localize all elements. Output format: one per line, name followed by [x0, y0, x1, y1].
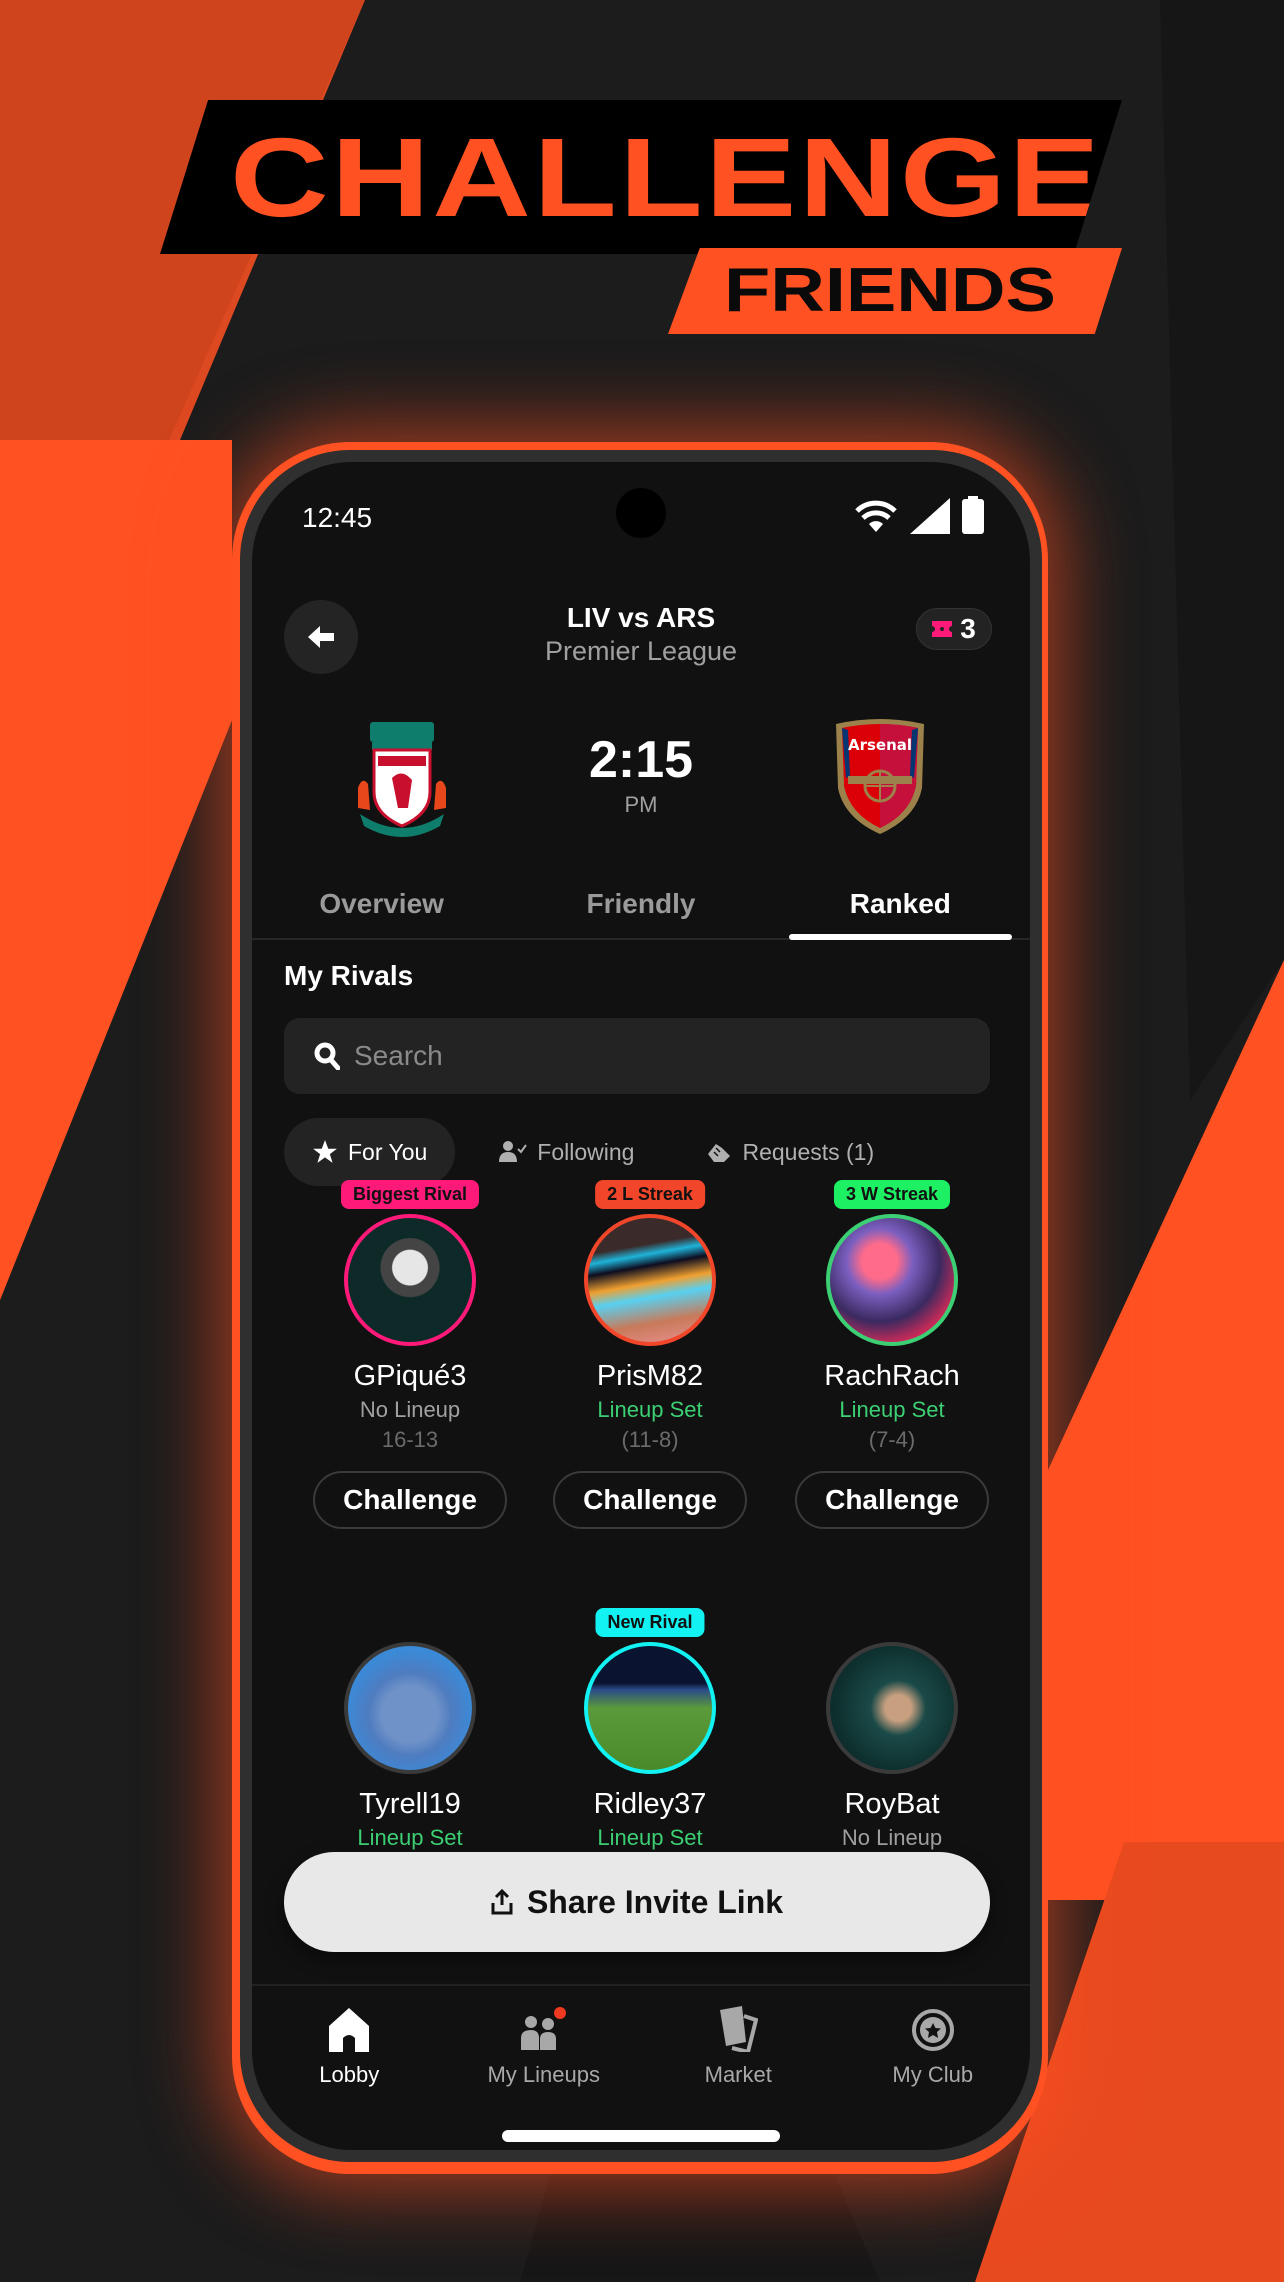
user-check-icon — [499, 1141, 528, 1162]
filter-requests-label: Requests (1) — [742, 1138, 875, 1165]
filter-for-you-label: For You — [348, 1138, 428, 1165]
search-icon — [314, 1042, 340, 1070]
share-invite-link-label: Share Invite Link — [526, 1883, 784, 1920]
rival-avatar[interactable] — [826, 1214, 958, 1346]
match-league: Premier League — [544, 636, 738, 666]
nav-market[interactable]: Market — [641, 1986, 836, 2114]
tab-overview[interactable]: Overview — [252, 872, 511, 938]
club-ball-icon — [911, 2009, 954, 2051]
tickets-count: 3 — [960, 613, 976, 644]
rival-name: Tyrell19 — [359, 1788, 461, 1820]
rival-name: Ridley37 — [593, 1788, 707, 1820]
rival-name: RoyBat — [844, 1788, 940, 1820]
svg-text:Arsenal: Arsenal — [848, 736, 912, 754]
rival-avatar[interactable] — [584, 1214, 716, 1346]
rival-card: Biggest Rival GPiqué3 No Lineup 16-13 Ch… — [290, 1180, 530, 1529]
bottom-nav: Lobby My Lineups Market My Club — [252, 1984, 1030, 2114]
rival-avatar[interactable] — [584, 1642, 716, 1774]
filter-requests[interactable]: Requests (1) — [678, 1118, 902, 1186]
battery-icon — [962, 496, 984, 534]
tickets-badge[interactable]: 3 — [916, 608, 992, 650]
signal-icon — [910, 498, 950, 534]
nav-my-club[interactable]: My Club — [836, 1986, 1031, 2114]
challenge-button[interactable]: Challenge — [313, 1471, 507, 1529]
nav-market-label: Market — [704, 2062, 772, 2087]
rival-lineup-status: Lineup Set — [597, 1825, 703, 1850]
rival-card: 3 W Streak RachRach Lineup Set (7-4) Cha… — [772, 1180, 1012, 1529]
home-icon — [329, 2008, 370, 2052]
notification-dot — [553, 2007, 566, 2019]
phone-screen: 12:45 LIV vs ARS Premier League 3 2:15 P… — [252, 462, 1030, 2150]
rival-avatar[interactable] — [344, 1642, 476, 1774]
nav-lobby-label: Lobby — [319, 2062, 380, 2087]
match-title: LIV vs ARS — [566, 602, 716, 633]
headline-line2: FRIENDS — [724, 256, 1057, 325]
status-time: 12:45 — [302, 502, 373, 533]
home-indicator[interactable] — [502, 2130, 780, 2142]
rival-tag: New Rival — [595, 1608, 705, 1637]
rival-tag: 2 L Streak — [595, 1180, 705, 1209]
front-camera — [616, 488, 666, 538]
cards-icon — [720, 2006, 759, 2052]
rival-lineup-status: No Lineup — [359, 1397, 461, 1422]
rival-avatar[interactable] — [344, 1214, 476, 1346]
share-invite-link-button[interactable]: Share Invite Link — [284, 1852, 990, 1952]
rival-record: 16-13 — [381, 1427, 439, 1452]
rival-tag: Biggest Rival — [340, 1180, 480, 1209]
handshake-icon — [708, 1144, 731, 1162]
rival-lineup-status: Lineup Set — [597, 1397, 703, 1422]
rival-lineup-status: No Lineup — [841, 1825, 943, 1850]
rival-avatar[interactable] — [826, 1642, 958, 1774]
rival-card: 2 L Streak PrisM82 Lineup Set (11-8) Cha… — [530, 1180, 770, 1529]
headline-sub-banner: FRIENDS — [668, 248, 1122, 334]
arsenal-crest[interactable]: Arsenal — [830, 718, 930, 838]
rival-lineup-status: Lineup Set — [839, 1397, 945, 1422]
search-bar[interactable] — [284, 1018, 990, 1094]
nav-my-lineups-label: My Lineups — [487, 2062, 600, 2087]
tab-friendly[interactable]: Friendly — [511, 872, 770, 938]
rival-card: RoyBat No Lineup — [772, 1642, 1012, 1851]
nav-my-lineups[interactable]: My Lineups — [447, 1986, 642, 2114]
rival-lineup-status: Lineup Set — [357, 1825, 463, 1850]
rival-card: Tyrell19 Lineup Set — [290, 1642, 530, 1851]
challenge-button[interactable]: Challenge — [795, 1471, 989, 1529]
search-input[interactable] — [354, 1040, 895, 1072]
tab-ranked[interactable]: Ranked — [771, 872, 1030, 940]
lineups-icon — [520, 2007, 566, 2050]
ticket-icon — [932, 621, 953, 637]
rival-name: RachRach — [824, 1360, 960, 1392]
rival-card: New Rival Ridley37 Lineup Set — [530, 1608, 770, 1851]
challenge-button[interactable]: Challenge — [553, 1471, 747, 1529]
rival-name: PrisM82 — [596, 1360, 704, 1392]
star-icon — [313, 1140, 337, 1163]
headline-banner: CHALLENGE — [160, 100, 1122, 254]
rival-name: GPiqué3 — [353, 1360, 467, 1392]
rival-tag: 3 W Streak — [833, 1180, 951, 1209]
share-icon — [491, 1889, 513, 1915]
match-tabs: Overview Friendly Ranked — [252, 872, 1030, 940]
rival-record: (7-4) — [868, 1427, 916, 1452]
wifi-icon — [855, 500, 897, 532]
section-title: My Rivals — [284, 960, 414, 991]
filter-following[interactable]: Following — [471, 1118, 662, 1186]
nav-lobby[interactable]: Lobby — [252, 1986, 447, 2114]
filter-chips: For You Following Requests (1) — [284, 1118, 902, 1186]
status-icons — [854, 496, 984, 534]
nav-my-club-label: My Club — [892, 2062, 974, 2087]
filter-following-label: Following — [537, 1138, 635, 1165]
rival-record: (11-8) — [621, 1427, 679, 1452]
filter-for-you[interactable]: For You — [284, 1118, 456, 1186]
